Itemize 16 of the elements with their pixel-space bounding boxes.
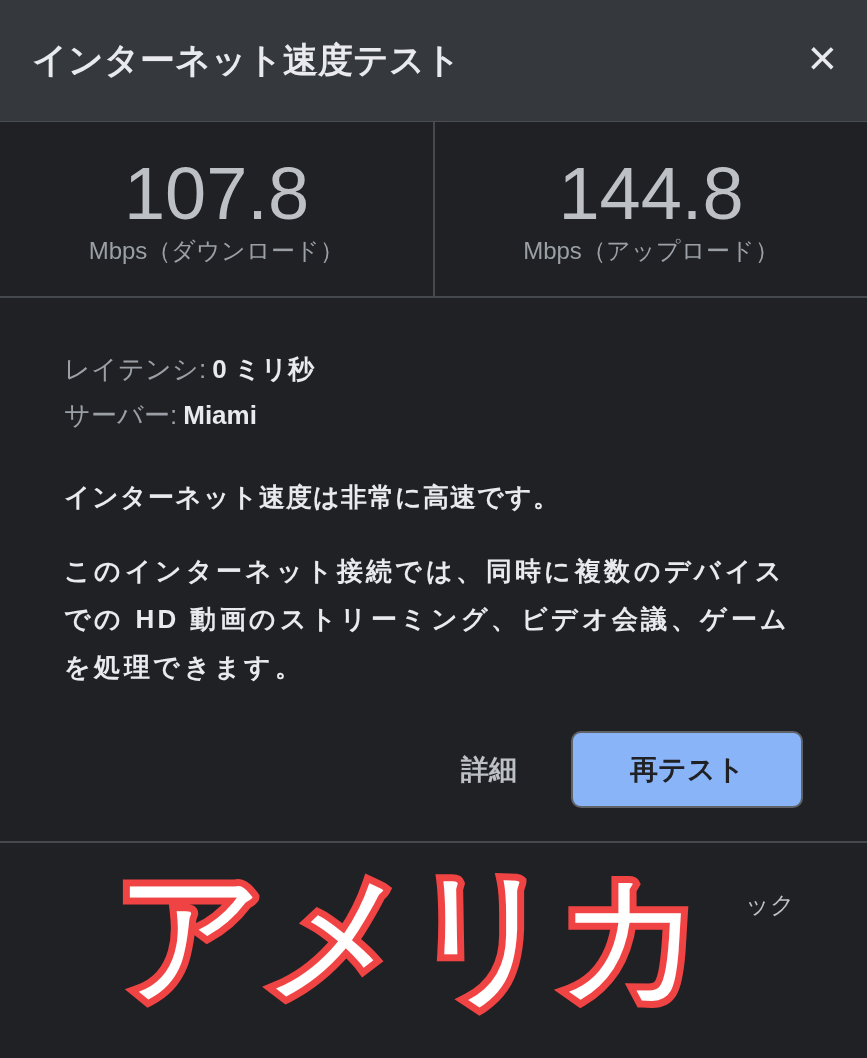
detail-label: サーバー: [64, 400, 178, 430]
speed-value: 107.8 [123, 157, 310, 231]
description-text: このインターネット接続では、同時に複数のデバイスでの HD 動画のストリーミング、ビデオ会議、ゲームを処理できます。 [64, 555, 792, 684]
detail-value: Miami [183, 400, 257, 430]
close-button[interactable]: × [807, 32, 837, 83]
footer-link[interactable]: ック [745, 889, 795, 921]
speed-unit: Mbps（アップロード） [523, 236, 779, 266]
detail-label: レイテンシ: [64, 354, 207, 384]
summary-text: インターネット速度は非常に高速です。 [64, 481, 561, 514]
speed-value: 144.8 [558, 157, 744, 231]
overlay-caption: アメリカ [115, 855, 703, 1018]
details-button[interactable]: 詳細 [461, 750, 517, 789]
retest-button[interactable]: 再テスト [571, 731, 803, 808]
dialog-title: インターネット速度テスト [32, 39, 461, 81]
speed-unit: Mbps（ダウンロード） [88, 236, 345, 266]
detail-value: 0 ミリ秒 [212, 354, 314, 384]
